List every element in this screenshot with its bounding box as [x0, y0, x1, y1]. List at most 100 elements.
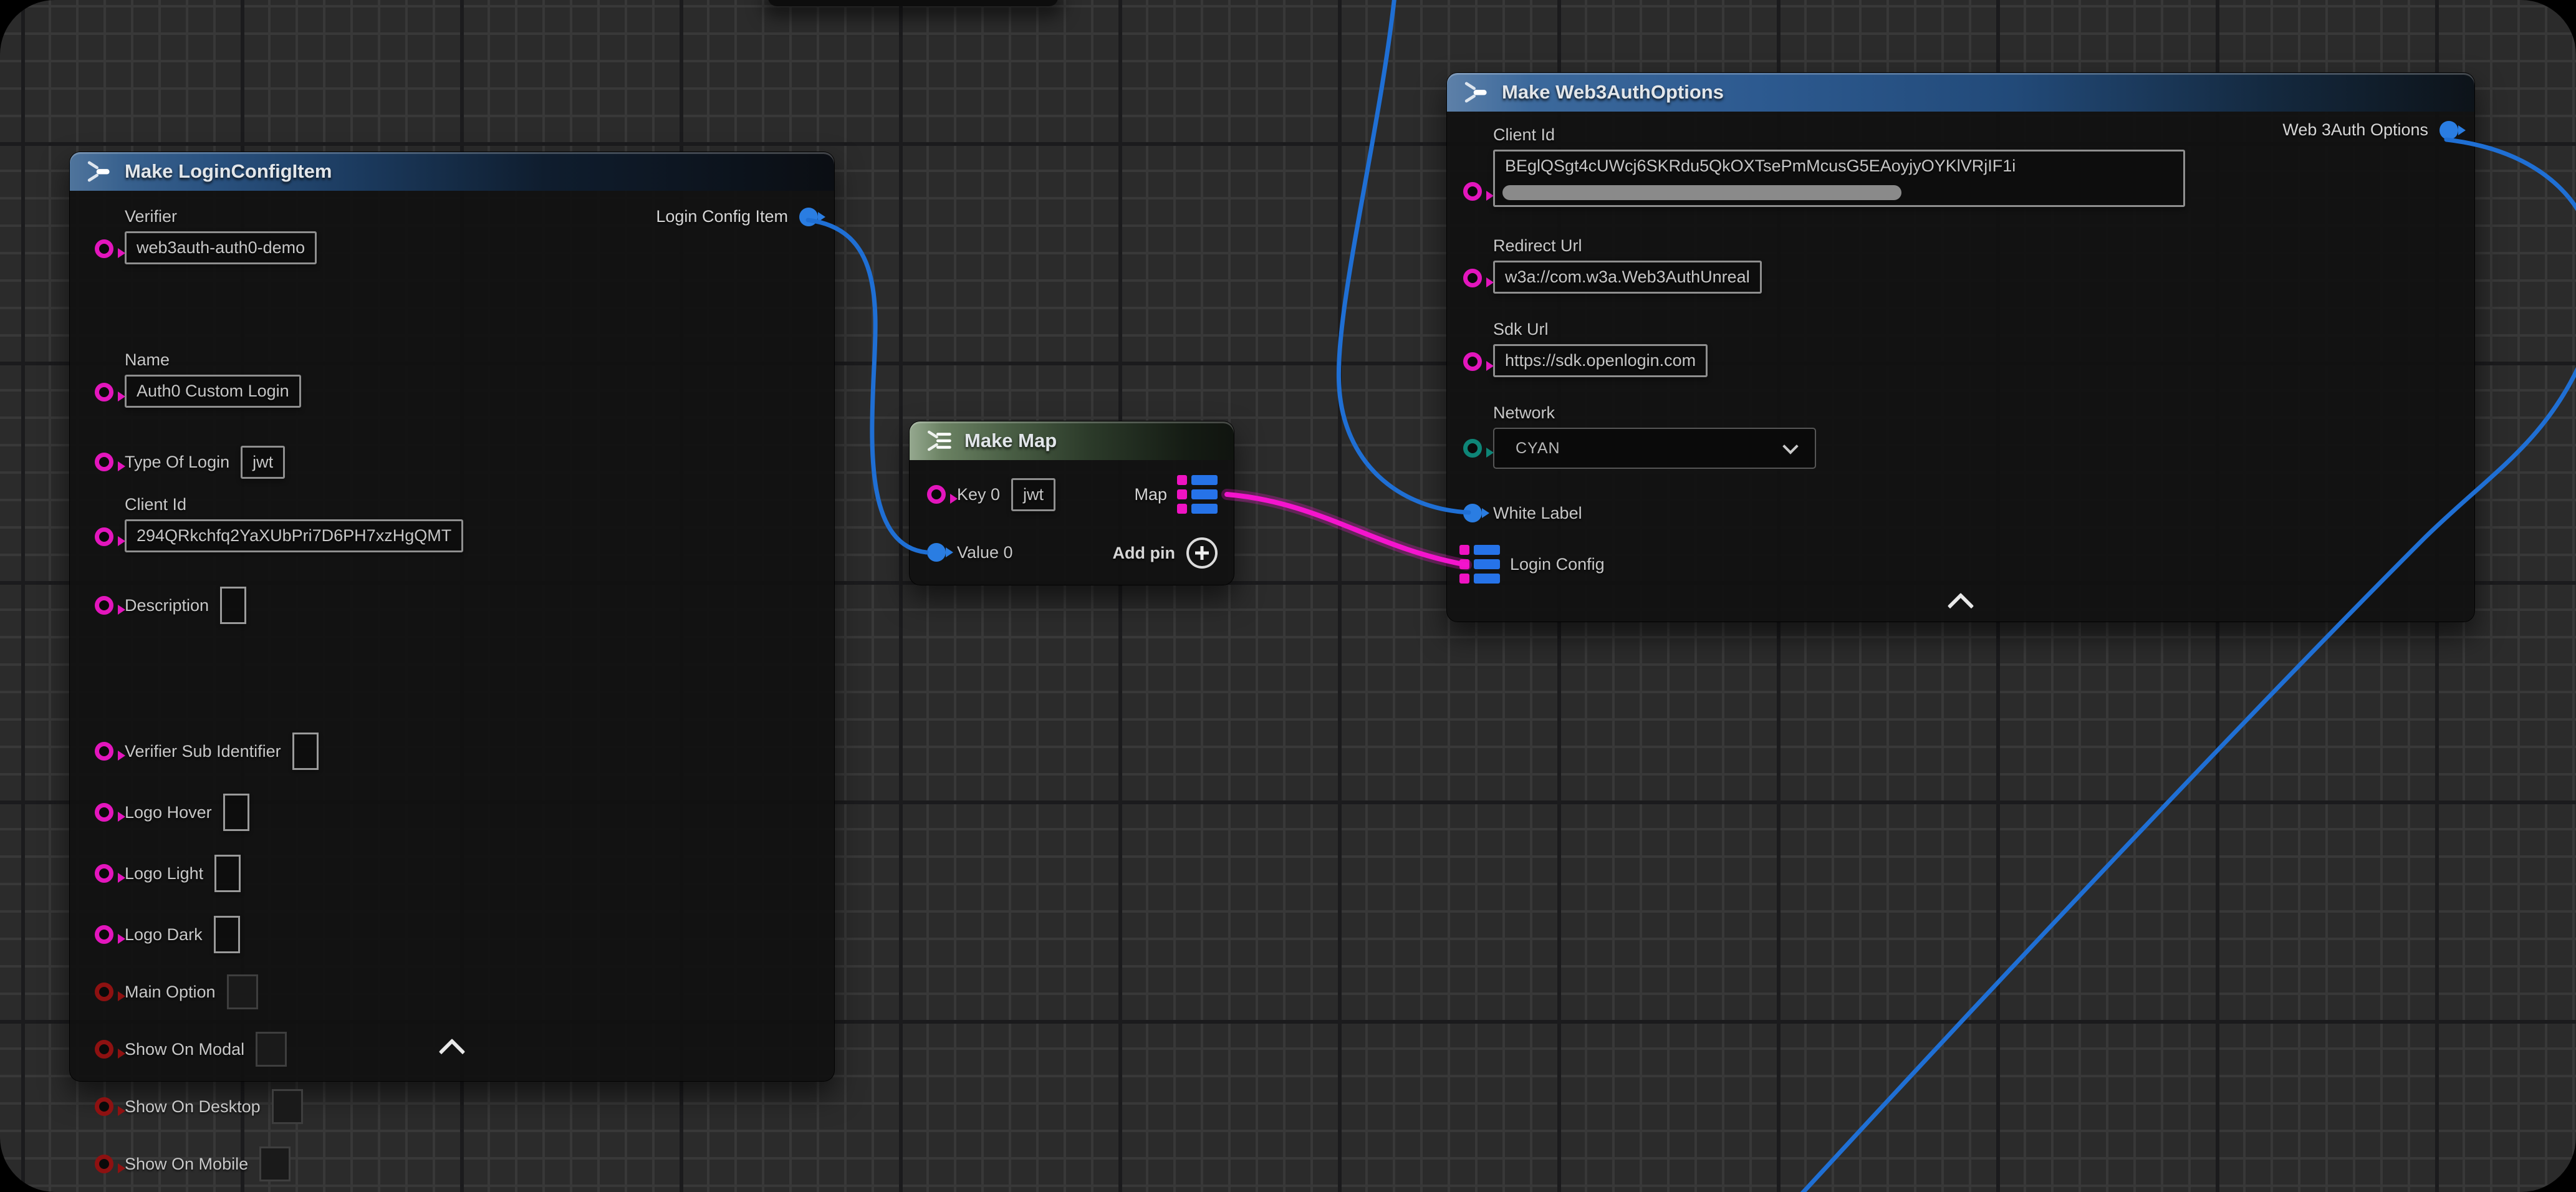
wire-map-to-login-config-glow — [1227, 494, 1466, 565]
string-pin-icon[interactable] — [95, 803, 113, 822]
chevron-down-icon — [1782, 438, 1798, 454]
type-of-login-input[interactable]: jwt — [241, 446, 285, 479]
field-label: Sdk Url — [1493, 320, 1708, 339]
network-dropdown[interactable]: CYAN — [1493, 428, 1816, 469]
blueprint-graph-canvas[interactable]: Make LoginConfigItem Login Config Item V… — [0, 0, 2576, 1192]
name-input[interactable]: Auth0 Custom Login — [125, 375, 301, 408]
string-pin-icon[interactable] — [95, 527, 113, 546]
string-pin-icon[interactable] — [95, 239, 113, 258]
logo-hover-input[interactable] — [223, 794, 249, 831]
string-pin-icon[interactable] — [95, 742, 113, 761]
row-client-id: Client Id BEglQSgt4cUWcj6SKRdu5QkOXTsePm… — [1463, 125, 2185, 207]
row-logo-light: Logo Light — [95, 852, 241, 895]
field-label: Client Id — [125, 495, 463, 514]
output-row-login-config-item: Login Config Item — [656, 207, 818, 226]
field-label: Verifier — [125, 207, 317, 226]
row-value-0: Value 0 — [927, 532, 1013, 572]
string-pin-icon[interactable] — [927, 485, 946, 504]
string-pin-icon[interactable] — [95, 864, 113, 883]
horizontal-scrollbar[interactable] — [1502, 185, 1901, 200]
row-redirect-url: Redirect Url w3a://com.w3a.Web3AuthUnrea… — [1463, 236, 1762, 294]
logo-light-input[interactable] — [214, 855, 241, 892]
string-pin-icon[interactable] — [1463, 352, 1482, 371]
string-pin-icon[interactable] — [95, 453, 113, 471]
string-pin-icon[interactable] — [95, 596, 113, 615]
sdk-url-input[interactable]: https://sdk.openlogin.com — [1493, 344, 1708, 377]
row-verifier: Verifier web3auth-auth0-demo — [95, 207, 317, 264]
field-label: Client Id — [1493, 125, 2185, 145]
make-struct-icon — [1463, 81, 1489, 103]
bool-pin-icon[interactable] — [95, 983, 113, 1001]
map-pin-icon[interactable] — [1177, 475, 1218, 514]
row-show-on-mobile: Show On Mobile — [95, 1144, 291, 1184]
client-id-text: BEglQSgt4cUWcj6SKRdu5QkOXTsePmMcusG5EAoy… — [1505, 156, 2016, 175]
row-login-config: Login Config — [1459, 542, 1605, 587]
node-title: Make Web3AuthOptions — [1502, 81, 1724, 103]
client-id-input[interactable]: BEglQSgt4cUWcj6SKRdu5QkOXTsePmMcusG5EAoy… — [1493, 150, 2185, 207]
row-show-on-desktop: Show On Desktop — [95, 1087, 303, 1127]
string-pin-icon[interactable] — [1463, 182, 1482, 201]
bool-pin-icon[interactable] — [95, 1155, 113, 1173]
verifier-sub-identifier-input[interactable] — [292, 733, 319, 770]
show-on-mobile-checkbox[interactable] — [259, 1146, 291, 1181]
node-make-loginconfigitem[interactable]: Make LoginConfigItem Login Config Item V… — [69, 151, 835, 1082]
row-logo-hover: Logo Hover — [95, 791, 249, 834]
node-make-web3authoptions[interactable]: Make Web3AuthOptions Web 3Auth Options C… — [1446, 72, 2475, 622]
field-label: Value 0 — [957, 543, 1013, 562]
node-make-map[interactable]: Make Map Key 0 jwt Value 0 Map Add pin — [909, 421, 1234, 585]
string-pin-icon[interactable] — [95, 925, 113, 944]
field-label: Main Option — [125, 983, 216, 1002]
output-pin-label: Web 3Auth Options — [2282, 120, 2428, 140]
web3auth-options-output-pin[interactable] — [2439, 121, 2458, 140]
key-0-input[interactable]: jwt — [1011, 478, 1055, 511]
row-logo-dark: Logo Dark — [95, 913, 240, 956]
make-map-icon — [926, 430, 952, 452]
enum-pin-icon[interactable] — [1463, 439, 1482, 458]
row-client-id: Client Id 294QRkchfq2YaXUbPri7D6PH7xzHgQ… — [95, 495, 463, 552]
bool-pin-icon[interactable] — [95, 1097, 113, 1116]
node-header[interactable]: Make Web3AuthOptions — [1447, 73, 2474, 112]
main-option-checkbox[interactable] — [227, 974, 258, 1009]
node-header[interactable]: Make LoginConfigItem — [70, 152, 834, 191]
map-pin-icon[interactable] — [1459, 545, 1500, 584]
field-label: Key 0 — [957, 485, 1000, 504]
field-label: Show On Desktop — [125, 1097, 261, 1117]
output-row-web3auth-options: Web 3Auth Options — [2282, 120, 2458, 140]
row-sdk-url: Sdk Url https://sdk.openlogin.com — [1463, 320, 1708, 377]
struct-pin-icon[interactable] — [927, 543, 946, 562]
row-network: Network CYAN — [1463, 403, 1816, 469]
output-pin-label: Login Config Item — [656, 207, 788, 226]
row-key-0: Key 0 jwt — [927, 474, 1055, 514]
row-name: Name Auth0 Custom Login — [95, 350, 301, 408]
field-label: Verifier Sub Identifier — [125, 742, 281, 761]
output-row-map: Map — [1134, 475, 1218, 514]
description-input[interactable] — [220, 587, 246, 624]
verifier-input[interactable]: web3auth-auth0-demo — [125, 231, 317, 264]
add-pin-icon[interactable] — [1186, 537, 1218, 569]
field-label: Logo Light — [125, 864, 203, 883]
logo-dark-input[interactable] — [214, 916, 240, 953]
offscreen-node-edge — [768, 0, 1058, 6]
string-pin-icon[interactable] — [95, 383, 113, 401]
show-on-desktop-checkbox[interactable] — [272, 1089, 303, 1124]
struct-pin-icon[interactable] — [1463, 504, 1482, 522]
wire-map-to-login-config[interactable] — [1227, 494, 1466, 565]
string-pin-icon[interactable] — [1463, 269, 1482, 287]
add-pin-label: Add pin — [1113, 544, 1175, 563]
field-label: Login Config — [1510, 555, 1605, 574]
redirect-url-input[interactable]: w3a://com.w3a.Web3AuthUnreal — [1493, 261, 1762, 294]
collapse-chevron-icon[interactable] — [439, 1039, 465, 1065]
client-id-input[interactable]: 294QRkchfq2YaXUbPri7D6PH7xzHgQMT — [125, 519, 463, 552]
field-label: Network — [1493, 403, 1816, 423]
node-header[interactable]: Make Map — [910, 421, 1234, 460]
row-verifier-sub-identifier: Verifier Sub Identifier — [95, 730, 319, 772]
field-label: White Label — [1493, 504, 1582, 523]
node-title: Make LoginConfigItem — [125, 160, 332, 183]
field-label: Name — [125, 350, 301, 370]
field-label: Description — [125, 596, 209, 615]
row-white-label: White Label — [1463, 493, 1582, 533]
collapse-chevron-icon[interactable] — [1948, 593, 1974, 619]
field-label: Logo Hover — [125, 803, 212, 822]
network-selected-value: CYAN — [1516, 440, 1560, 458]
login-config-item-output-pin[interactable] — [799, 208, 818, 226]
